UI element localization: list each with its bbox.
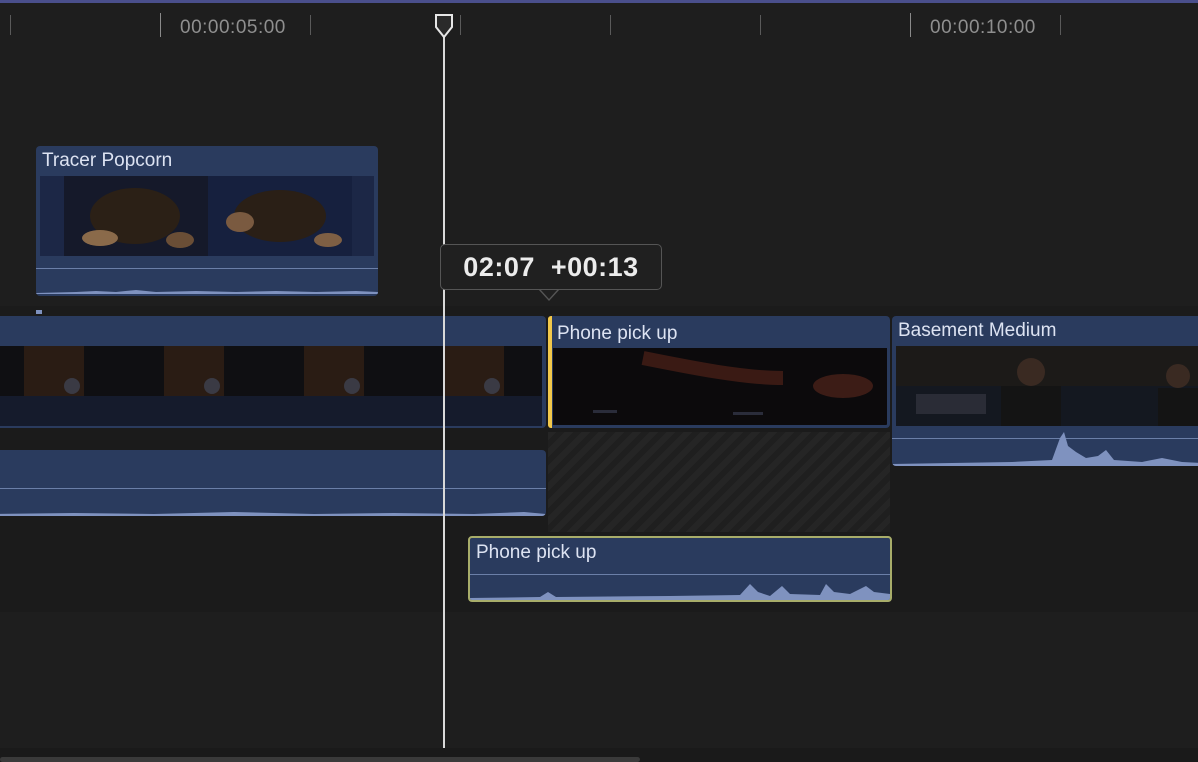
tooltip-time: 02:07 — [463, 251, 535, 282]
trim-handle[interactable] — [548, 316, 552, 428]
ruler-tick — [460, 15, 461, 35]
ruler-tick — [910, 13, 911, 37]
ruler-timecode: 00:00:05:00 — [180, 17, 286, 38]
ruler-timecode: 00:00:10:00 — [930, 17, 1036, 38]
ruler-tick — [760, 15, 761, 35]
audio-waveform — [470, 584, 890, 600]
tooltip-delta: +00:13 — [550, 251, 639, 282]
clip-primary-left-audio[interactable] — [0, 450, 546, 516]
clip-filmstrip — [0, 346, 542, 426]
audio-centerline — [0, 488, 546, 489]
clip-primary-left[interactable] — [0, 316, 546, 428]
audio-centerline — [36, 268, 378, 269]
audio-waveform — [0, 512, 546, 516]
playhead-line[interactable] — [443, 30, 445, 762]
clip-phone-pick-up-video[interactable]: Phone pick up — [548, 316, 890, 428]
trim-tooltip: 02:07 +00:13 — [440, 244, 662, 290]
clip-title: Tracer Popcorn — [42, 150, 173, 171]
tooltip-arrow — [540, 289, 558, 299]
audio-waveform — [36, 290, 378, 294]
ruler-tick — [610, 15, 611, 35]
ruler-tick — [1060, 15, 1061, 35]
timeline-ruler[interactable]: 00:00:05:00 00:00:10:00 — [0, 3, 1198, 45]
ruler-tick — [10, 15, 11, 35]
clip-tracer-popcorn[interactable]: Tracer Popcorn — [36, 146, 378, 296]
playhead-icon[interactable] — [434, 13, 454, 39]
gap-region — [548, 432, 890, 532]
connection-marker — [36, 310, 42, 314]
ruler-tick — [160, 13, 161, 37]
clip-filmstrip — [896, 346, 1198, 426]
audio-waveform — [892, 432, 1198, 466]
scrollbar-thumb[interactable] — [0, 757, 640, 762]
clip-title: Basement Medium — [898, 320, 1057, 341]
audio-centerline — [470, 574, 890, 575]
ruler-tick — [310, 15, 311, 35]
clip-filmstrip — [40, 176, 374, 256]
clip-basement-medium[interactable]: Basement Medium — [892, 316, 1198, 466]
clip-phone-pick-up-audio[interactable]: Phone pick up — [468, 536, 892, 602]
clip-filmstrip — [553, 348, 887, 425]
clip-title: Phone pick up — [476, 542, 597, 563]
clip-title: Phone pick up — [557, 323, 678, 344]
